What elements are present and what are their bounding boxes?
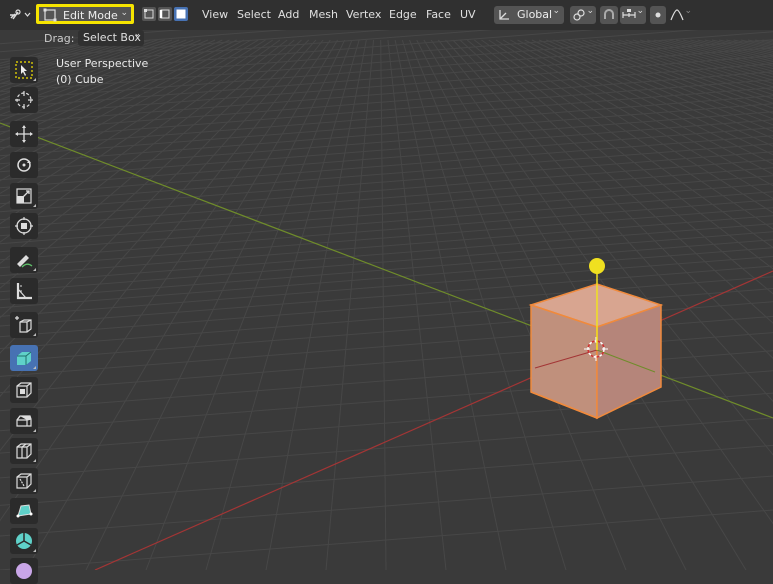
menu-mesh[interactable]: Mesh (309, 8, 338, 21)
bevel-icon (16, 415, 32, 427)
drag-select-value: Select Box (83, 31, 141, 44)
face-select-icon (176, 9, 186, 19)
tool-select-box[interactable] (10, 57, 38, 83)
active-object-label: (0) Cube (56, 73, 104, 86)
add-cube-icon (15, 316, 32, 333)
tool-add-cube[interactable] (10, 312, 38, 338)
rotate-icon (17, 158, 31, 172)
poly-build-icon (16, 504, 33, 518)
knife-icon (16, 473, 32, 489)
3d-viewport[interactable] (0, 0, 773, 570)
menu-vertex[interactable]: Vertex (346, 8, 381, 21)
cursor-icon (15, 91, 33, 109)
falloff-dropdown[interactable]: ⌄ (668, 6, 694, 24)
face-select-button[interactable] (174, 7, 188, 21)
menu-face[interactable]: Face (426, 8, 451, 21)
menu-add[interactable]: Add (278, 8, 299, 21)
pivot-point-dropdown[interactable]: ⌄ (570, 6, 596, 24)
pivot-link-icon (573, 9, 585, 21)
chevron-down-icon: ⌄ (684, 6, 692, 16)
menu-uv[interactable]: UV (460, 8, 476, 21)
chevron-down-icon: ⌄ (636, 6, 644, 16)
chevron-down-icon: ⌄ (586, 6, 594, 16)
proportional-editing-toggle[interactable] (650, 6, 666, 24)
tool-measure[interactable] (10, 278, 38, 304)
tool-transform[interactable] (10, 213, 38, 239)
spin-icon (16, 533, 32, 549)
vertex-select-button[interactable] (142, 7, 156, 21)
transform-icon (15, 217, 33, 235)
tool-scale[interactable] (10, 183, 38, 209)
falloff-curve-icon (670, 9, 684, 21)
tool-smooth[interactable] (10, 558, 38, 584)
editor-type-icon (10, 9, 31, 20)
editor-type-button[interactable] (8, 6, 32, 24)
select-box-icon (15, 61, 33, 79)
tool-spin[interactable] (10, 528, 38, 554)
inset-faces-icon (16, 382, 32, 398)
tool-annotate[interactable] (10, 247, 38, 273)
tool-extrude-region[interactable] (10, 345, 38, 371)
light-gizmo-icon (589, 258, 605, 274)
tool-poly-build[interactable] (10, 498, 38, 524)
tool-inset-faces[interactable] (10, 377, 38, 403)
tool-knife[interactable] (10, 468, 38, 494)
transform-orientation-dropdown[interactable]: Global ⌄ (494, 6, 564, 24)
smooth-icon (16, 563, 32, 579)
chevron-down-icon: ⌄ (120, 8, 128, 18)
mode-dropdown[interactable]: Edit Mode ⌄ (36, 4, 134, 24)
proportional-dot-icon (655, 12, 661, 18)
drag-label: Drag: (44, 32, 75, 45)
snap-increment-icon (622, 9, 636, 18)
menu-edge[interactable]: Edge (389, 8, 417, 21)
edge-select-button[interactable] (158, 7, 172, 21)
snap-target-dropdown[interactable]: ⌄ (620, 6, 646, 24)
tool-move[interactable] (10, 121, 38, 147)
annotate-pencil-icon (17, 255, 33, 268)
magnet-icon (604, 9, 614, 19)
vertex-select-icon (144, 9, 154, 19)
orientation-axes-icon (499, 10, 509, 20)
chevron-down-icon: ⌄ (133, 29, 141, 39)
tool-rotate[interactable] (10, 152, 38, 178)
move-arrows-icon (15, 125, 33, 143)
edge-select-icon (159, 9, 170, 19)
extrude-region-icon (17, 351, 32, 365)
view-perspective-label: User Perspective (56, 57, 149, 70)
edit-mode-icon (43, 8, 57, 22)
tool-loop-cut[interactable] (10, 438, 38, 464)
scale-icon (16, 188, 32, 204)
drag-select-dropdown[interactable]: Select Box ⌄ (78, 29, 144, 46)
mode-label: Edit Mode (63, 9, 118, 22)
menu-select[interactable]: Select (237, 8, 271, 21)
tool-cursor[interactable] (10, 87, 38, 113)
orientation-label: Global (517, 8, 553, 21)
viewport-header: Edit Mode ⌄ View Select Add Mesh Vertex … (0, 0, 773, 30)
loop-cut-icon (16, 443, 32, 459)
chevron-down-icon: ⌄ (552, 6, 560, 16)
snap-toggle[interactable] (600, 6, 618, 24)
measure-ruler-icon (16, 283, 32, 300)
menu-view[interactable]: View (202, 8, 228, 21)
tool-bevel[interactable] (10, 408, 38, 434)
